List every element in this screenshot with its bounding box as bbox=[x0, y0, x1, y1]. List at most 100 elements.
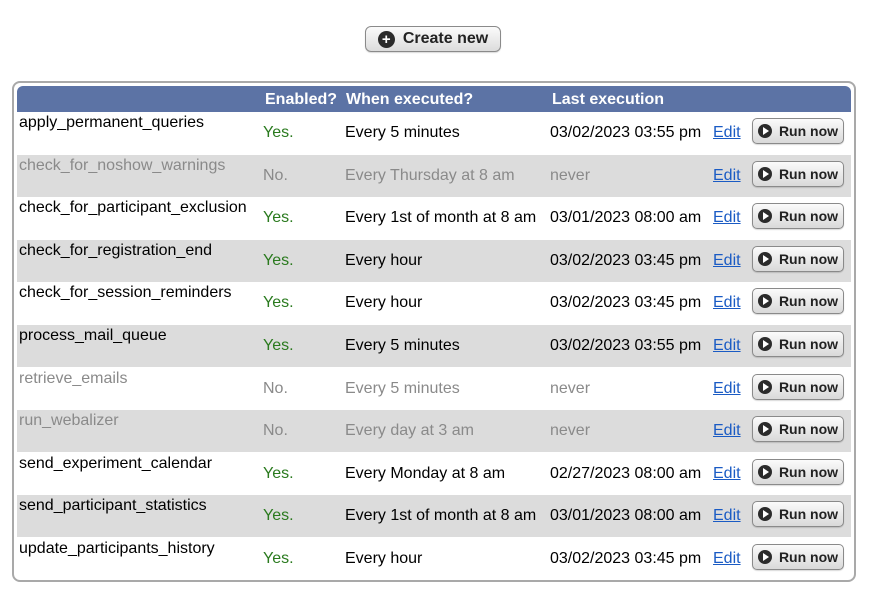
run-now-button[interactable]: Run now bbox=[752, 160, 844, 187]
job-name: update_participants_history bbox=[19, 540, 215, 557]
job-enabled-status: Yes. bbox=[263, 550, 294, 567]
job-schedule: Every 5 minutes bbox=[345, 379, 460, 397]
job-name: send_participant_statistics bbox=[19, 497, 207, 515]
edit-link[interactable]: Edit bbox=[713, 294, 741, 312]
play-icon bbox=[757, 337, 772, 351]
job-enabled-status: Yes. bbox=[263, 251, 294, 269]
edit-link[interactable]: Edit bbox=[713, 380, 741, 398]
job-schedule: Every day at 3 am bbox=[345, 422, 474, 440]
job-schedule: Every hour bbox=[345, 550, 423, 567]
job-last-execution: never bbox=[550, 422, 591, 440]
run-now-label: Run now bbox=[778, 123, 839, 139]
run-now-button[interactable]: Run now bbox=[752, 331, 844, 357]
run-now-button[interactable]: Run now bbox=[752, 373, 844, 400]
job-last-execution: 03/02/2023 03:55 pm bbox=[550, 124, 702, 141]
job-last-execution: 03/02/2023 03:45 pm bbox=[550, 294, 702, 312]
run-now-button[interactable]: Run now bbox=[752, 203, 844, 230]
table-row: check_for_session_reminders Yes. Every hou… bbox=[17, 282, 851, 324]
run-now-label: Run now bbox=[778, 506, 839, 523]
table-row: process_mail_queue Yes. Every 5 minutes 03/… bbox=[17, 325, 851, 367]
job-schedule: Every hour bbox=[345, 294, 423, 312]
play-icon bbox=[757, 124, 772, 138]
table-row: update_participants_history Yes. Every hou… bbox=[17, 538, 851, 580]
run-now-label: Run now bbox=[778, 208, 839, 225]
job-schedule: Every 1st of month at 8 am bbox=[345, 209, 537, 227]
play-icon bbox=[757, 166, 772, 181]
job-last-execution: 03/02/2023 03:45 pm bbox=[550, 251, 702, 269]
table-row: send_participant_statistics Yes. Every 1st… bbox=[17, 495, 851, 538]
job-enabled-status: No. bbox=[263, 166, 288, 184]
run-now-label: Run now bbox=[778, 293, 839, 310]
edit-link[interactable]: Edit bbox=[713, 507, 741, 525]
job-last-execution: never bbox=[550, 379, 591, 397]
table-row: apply_permanent_queries Yes. Every 5 minut… bbox=[17, 112, 851, 154]
table-row: send_experiment_calendar Yes. Every Monday… bbox=[17, 453, 851, 495]
job-schedule: Every 5 minutes bbox=[345, 124, 460, 141]
job-schedule: Every hour bbox=[345, 251, 423, 269]
run-now-label: Run now bbox=[778, 463, 839, 480]
job-name: send_experiment_calendar bbox=[19, 454, 213, 472]
edit-link[interactable]: Edit bbox=[713, 252, 741, 270]
job-enabled-status: Yes. bbox=[263, 294, 294, 312]
run-now-label: Run now bbox=[778, 421, 839, 438]
job-name: check_for_noshow_warnings bbox=[19, 156, 226, 174]
play-icon bbox=[757, 507, 772, 522]
job-enabled-status: Yes. bbox=[263, 337, 294, 354]
job-name: process_mail_queue bbox=[19, 327, 167, 344]
run-now-button[interactable]: Run now bbox=[752, 416, 844, 443]
job-name: retrieve_emails bbox=[19, 369, 128, 387]
run-now-button[interactable]: Run now bbox=[752, 245, 844, 272]
job-enabled-status: Yes. bbox=[263, 209, 294, 227]
run-now-label: Run now bbox=[778, 549, 839, 565]
table-row: run_webalizer No. Every day at 3 am never Ed… bbox=[17, 410, 851, 453]
table-row: check_for_noshow_warnings No. Every Thursd… bbox=[17, 154, 851, 197]
play-icon bbox=[757, 464, 772, 479]
table-row: check_for_participant_exclusion Yes. Every… bbox=[17, 197, 851, 239]
play-icon bbox=[757, 251, 772, 266]
job-enabled-status: Yes. bbox=[263, 464, 294, 482]
job-last-execution: never bbox=[550, 166, 591, 184]
edit-link[interactable]: Edit bbox=[713, 422, 741, 440]
job-last-execution: 03/01/2023 08:00 am bbox=[550, 507, 702, 525]
job-enabled-status: No. bbox=[263, 422, 288, 440]
job-last-execution: 03/02/2023 03:45 pm bbox=[550, 550, 702, 567]
job-name: check_for_participant_exclusion bbox=[19, 199, 247, 217]
play-icon bbox=[757, 209, 772, 224]
header-enabled: Enabled? bbox=[265, 91, 338, 108]
run-now-button[interactable]: Run now bbox=[752, 544, 844, 570]
cron-jobs-table: Enabled? When executed? Last execution a… bbox=[12, 81, 856, 582]
create-new-button[interactable]: + Create new bbox=[365, 26, 501, 52]
job-last-execution: 03/01/2023 08:00 am bbox=[550, 209, 702, 227]
table-row: retrieve_emails No. Every 5 minutes never Ed… bbox=[17, 368, 851, 410]
job-enabled-status: Yes. bbox=[263, 124, 294, 141]
play-icon bbox=[757, 294, 772, 309]
edit-link[interactable]: Edit bbox=[713, 337, 741, 355]
edit-link[interactable]: Edit bbox=[713, 209, 741, 227]
job-last-execution: 03/02/2023 03:55 pm bbox=[550, 337, 702, 354]
edit-link[interactable]: Edit bbox=[713, 550, 741, 568]
job-name: apply_permanent_queries bbox=[19, 114, 205, 131]
job-enabled-status: No. bbox=[263, 379, 288, 397]
edit-link[interactable]: Edit bbox=[713, 167, 741, 185]
play-icon bbox=[757, 422, 772, 437]
job-name: check_for_registration_end bbox=[19, 241, 213, 259]
run-now-button[interactable]: Run now bbox=[752, 118, 844, 144]
edit-link[interactable]: Edit bbox=[713, 124, 741, 142]
run-now-button[interactable]: Run now bbox=[752, 458, 844, 485]
job-schedule: Every Thursday at 8 am bbox=[345, 166, 515, 184]
run-now-button[interactable]: Run now bbox=[752, 501, 844, 528]
create-new-label: Create new bbox=[402, 30, 489, 47]
run-now-label: Run now bbox=[778, 165, 839, 182]
play-icon bbox=[757, 379, 772, 394]
job-schedule: Every 1st of month at 8 am bbox=[345, 507, 537, 525]
run-now-label: Run now bbox=[778, 336, 839, 352]
run-now-label: Run now bbox=[778, 250, 839, 267]
table-row: check_for_registration_end Yes. Every hour… bbox=[17, 239, 851, 282]
job-schedule: Every Monday at 8 am bbox=[345, 464, 506, 482]
job-name: check_for_session_reminders bbox=[19, 284, 232, 302]
play-icon bbox=[757, 550, 772, 564]
edit-link[interactable]: Edit bbox=[713, 465, 741, 483]
header-last-execution: Last execution bbox=[552, 91, 665, 108]
run-now-button[interactable]: Run now bbox=[752, 288, 844, 315]
header-when-executed: When executed? bbox=[346, 91, 474, 108]
